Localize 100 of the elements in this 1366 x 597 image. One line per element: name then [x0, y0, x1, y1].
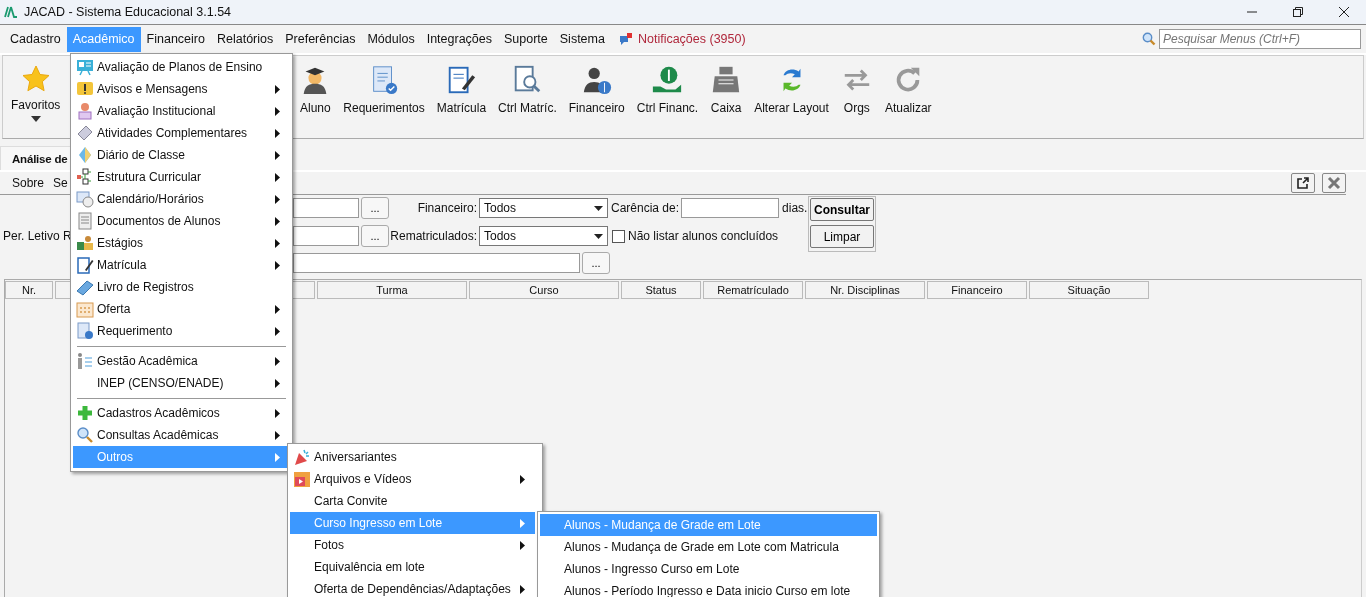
unit-label: dias. — [782, 201, 808, 215]
caret-icon — [30, 116, 41, 122]
menu-item[interactable]: Fotos — [290, 534, 535, 556]
field-label: Rematriculados: — [389, 229, 477, 243]
menu-item[interactable]: Estágios — [73, 232, 290, 254]
menu-item[interactable]: Consultas Acadêmicas — [73, 424, 290, 446]
person-list-icon — [76, 352, 94, 370]
chat-icon[interactable] — [618, 32, 633, 46]
menu-item[interactable]: Equivalência em lote — [290, 556, 535, 578]
menu-item[interactable]: Módulos — [361, 26, 421, 52]
popout-button[interactable] — [1291, 173, 1315, 193]
menu-item[interactable]: Avisos e Mensagens — [73, 78, 290, 100]
search-button[interactable]: Consultar — [810, 198, 874, 221]
dropdown[interactable]: Todos — [479, 198, 608, 218]
toolbar-button[interactable]: Aluno — [294, 56, 337, 115]
toolbar-button[interactable]: Ctrl Matríc. — [493, 56, 562, 115]
menu-item[interactable]: Gestão Acadêmica — [73, 350, 290, 372]
menu-item[interactable]: Sistema — [553, 26, 611, 52]
menu-item[interactable]: Calendário/Horários — [73, 188, 290, 210]
menu-item[interactable]: Aniversariantes — [290, 446, 535, 468]
column-header[interactable]: Nr. Disciplinas — [805, 281, 925, 299]
menu-item[interactable]: Matrícula — [73, 254, 290, 276]
browse-button[interactable]: ... — [361, 225, 389, 247]
menu-item[interactable]: Avaliação de Planos de Ensino — [73, 56, 290, 78]
menu-item[interactable]: Cadastros Acadêmicos — [73, 402, 290, 424]
menu-item[interactable]: Se — [44, 176, 68, 190]
search-field[interactable]: Pesquisar Menus (Ctrl+F) — [1159, 29, 1361, 49]
warning-icon — [76, 80, 94, 98]
calendar-clock-icon — [76, 190, 94, 208]
column-header[interactable]: Financeiro — [927, 281, 1027, 299]
toolbar-button[interactable]: Requerimentos — [338, 56, 430, 115]
checkbox-label: Não listar alunos concluídos — [628, 229, 779, 243]
dropdown[interactable]: Todos — [479, 226, 608, 246]
search-icon — [76, 426, 94, 444]
menu-item[interactable]: INEP (CENSO/ENADE) — [73, 372, 290, 394]
window-title: JACAD - Sistema Educacional 3.1.54 — [24, 5, 232, 19]
document-pen-icon — [76, 256, 94, 274]
menu-item[interactable]: Alunos - Mudança de Grade em Lote com Matricula — [540, 536, 877, 558]
input-field[interactable] — [293, 198, 359, 218]
menu-item[interactable]: Oferta — [73, 298, 290, 320]
favorites-button[interactable]: Favoritos — [3, 56, 69, 122]
column-header[interactable]: Curso — [469, 281, 619, 299]
menu-item[interactable]: Carta Convite — [290, 490, 535, 512]
column-header[interactable]: Rematrículado — [703, 281, 803, 299]
menu-item[interactable]: Preferências — [279, 26, 362, 52]
input-field[interactable] — [293, 252, 580, 273]
popout-icon — [1296, 176, 1310, 190]
menu-item[interactable]: Documentos de Alunos — [73, 210, 290, 232]
close-icon — [1327, 176, 1341, 190]
party-icon — [293, 448, 311, 466]
menu-item[interactable]: Alunos - Período Ingresso e Data inicio Curso em lote — [540, 580, 877, 597]
notifications-link[interactable]: Notificações (3950) — [637, 32, 746, 46]
video-folder-icon — [293, 470, 311, 488]
field-label: Financeiro: — [416, 201, 477, 215]
menu-item[interactable]: Arquivos e Vídeos — [290, 468, 535, 490]
menu-item[interactable]: Oferta de Dependências/Adaptações — [290, 578, 535, 597]
column-header[interactable]: Turma — [317, 281, 467, 299]
toolbar-button[interactable]: Matrícula — [431, 56, 492, 115]
caret-icon — [594, 233, 603, 239]
logo-icon — [4, 6, 18, 18]
board-icon — [76, 58, 94, 76]
menu-item[interactable]: Integrações — [420, 26, 498, 52]
column-header[interactable]: Nr. — [5, 281, 53, 299]
star-icon — [20, 64, 51, 94]
close-icon[interactable] — [1338, 6, 1350, 18]
menu-item[interactable]: Atividades Complementares — [73, 122, 290, 144]
search-icon — [1142, 32, 1156, 46]
menu-item[interactable]: Requerimento — [73, 320, 290, 342]
document-check-icon — [76, 322, 94, 340]
restore-icon[interactable] — [1292, 6, 1304, 18]
menu-item[interactable]: Suporte — [498, 26, 554, 52]
diamond-icon — [76, 146, 94, 164]
menu-item[interactable]: Sobre — [0, 176, 45, 190]
toolbar-button[interactable]: Orgs — [835, 56, 878, 115]
toolbar-button[interactable]: Caixa — [705, 56, 748, 115]
input-field[interactable] — [293, 226, 359, 246]
browse-button[interactable]: ... — [582, 251, 610, 274]
close-button[interactable] — [1322, 173, 1346, 193]
toolbar-button[interactable]: Ctrl Financ. — [631, 56, 704, 115]
document-icon — [76, 212, 94, 230]
clear-button[interactable]: Limpar — [810, 225, 874, 248]
person-icon — [76, 102, 94, 120]
menu-item[interactable]: Cadastro — [4, 26, 67, 52]
toolbar-button[interactable]: Alterar Layout — [749, 56, 834, 115]
toolbar-button[interactable]: Financeiro — [563, 56, 630, 115]
menu-item[interactable]: Livro de Registros — [73, 276, 290, 298]
menu-item[interactable]: Relatórios — [210, 26, 280, 52]
person-tree-icon — [76, 234, 94, 252]
menu-item[interactable]: Avaliação Institucional — [73, 100, 290, 122]
column-header[interactable]: Situação — [1029, 281, 1149, 299]
calendar-icon — [76, 300, 94, 318]
menu-item[interactable]: Financeiro — [140, 26, 211, 52]
column-header[interactable]: Status — [621, 281, 701, 299]
input-field[interactable] — [681, 198, 780, 218]
browse-button[interactable]: ... — [361, 197, 389, 219]
toolbar-button[interactable]: Atualizar — [879, 56, 937, 115]
menu-item[interactable]: Alunos - Ingresso Curso em Lote — [540, 558, 877, 580]
book-icon — [76, 278, 94, 296]
checkbox[interactable] — [612, 229, 625, 243]
field-label: Carência de: — [611, 201, 680, 215]
